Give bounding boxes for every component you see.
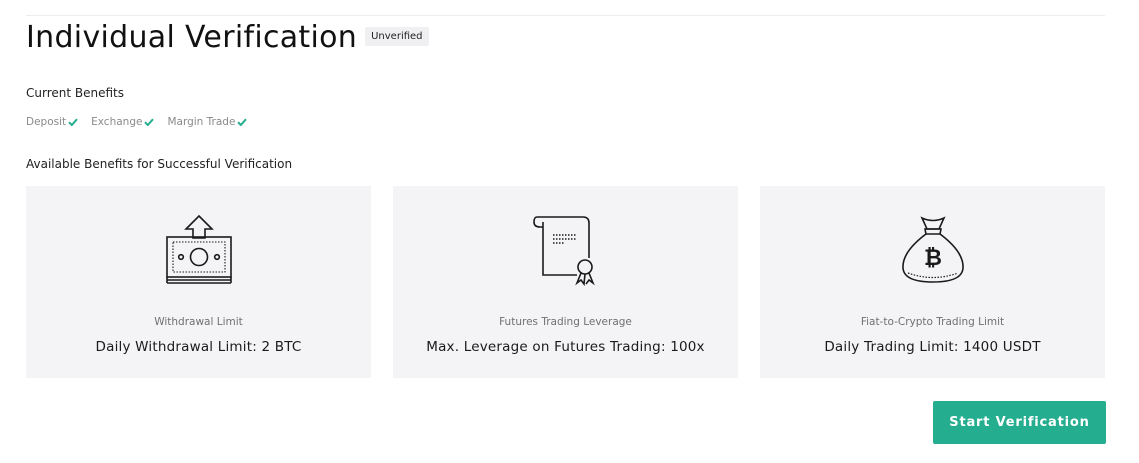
card-value: Daily Withdrawal Limit: 2 BTC xyxy=(95,339,302,355)
benefit-tag-label: Margin Trade xyxy=(167,116,236,128)
benefit-cards: Withdrawal Limit Daily Withdrawal Limit:… xyxy=(26,186,1105,378)
title-row: Individual Verification Unverified xyxy=(26,20,429,56)
top-divider xyxy=(26,15,1105,16)
status-badge: Unverified xyxy=(365,27,429,46)
benefit-tag-label: Exchange xyxy=(91,116,143,128)
bitcoin-money-bag-icon: ₿ xyxy=(897,214,969,286)
benefit-tag-margin-trade: Margin Trade xyxy=(167,116,248,128)
available-benefits-heading: Available Benefits for Successful Verifi… xyxy=(26,157,293,171)
benefit-tag-label: Deposit xyxy=(26,116,67,128)
current-benefits-list: Deposit Exchange Margin Trade xyxy=(26,116,248,128)
start-verification-button[interactable]: Start Verification xyxy=(933,401,1106,444)
benefit-tag-deposit: Deposit xyxy=(26,116,78,128)
card-label: Withdrawal Limit xyxy=(154,316,243,328)
certificate-scroll-icon xyxy=(530,214,602,286)
cash-withdrawal-icon xyxy=(163,214,235,286)
page-title: Individual Verification xyxy=(26,20,358,55)
check-icon xyxy=(237,118,248,126)
card-value: Daily Trading Limit: 1400 USDT xyxy=(824,339,1041,355)
benefit-card-withdrawal: Withdrawal Limit Daily Withdrawal Limit:… xyxy=(26,186,371,378)
check-icon xyxy=(144,118,155,126)
card-value: Max. Leverage on Futures Trading: 100x xyxy=(426,339,705,355)
benefit-tag-exchange: Exchange xyxy=(91,116,155,128)
check-icon xyxy=(68,118,78,126)
benefit-card-fiat-to-crypto: ₿ Fiat-to-Crypto Trading Limit Daily Tra… xyxy=(760,186,1105,378)
card-label: Futures Trading Leverage xyxy=(499,316,632,328)
current-benefits-heading: Current Benefits xyxy=(26,86,125,100)
card-label: Fiat-to-Crypto Trading Limit xyxy=(860,316,1005,328)
svg-text:₿: ₿ xyxy=(924,246,942,271)
benefit-card-leverage: Futures Trading Leverage Max. Leverage o… xyxy=(393,186,738,378)
